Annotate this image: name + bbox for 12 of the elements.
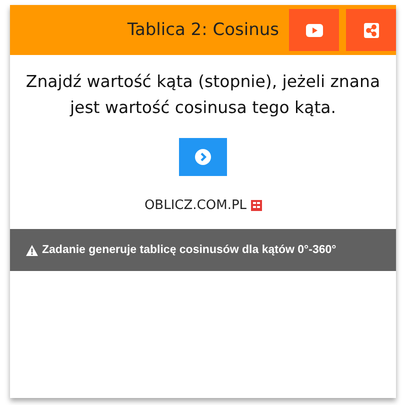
share-button[interactable] (346, 9, 396, 51)
logo-icon (250, 200, 262, 211)
site-link[interactable]: OBLICZ.COM.PL (144, 198, 247, 213)
play-icon (306, 24, 322, 36)
question-text: Znajdź wartość kąta (stopnie), jeżeli znana jest wartość cosinusa tego kąta. (24, 71, 382, 119)
share-icon (364, 22, 378, 38)
video-button[interactable] (289, 9, 339, 51)
info-text: Zadanie generuje tablicę cosinusów dla kątów 0°-360° (42, 244, 336, 256)
next-button[interactable] (179, 138, 227, 176)
warning-icon (26, 244, 38, 256)
chevron-icon (195, 149, 211, 165)
page-title: Tablica 2: Cosinus (127, 20, 279, 40)
